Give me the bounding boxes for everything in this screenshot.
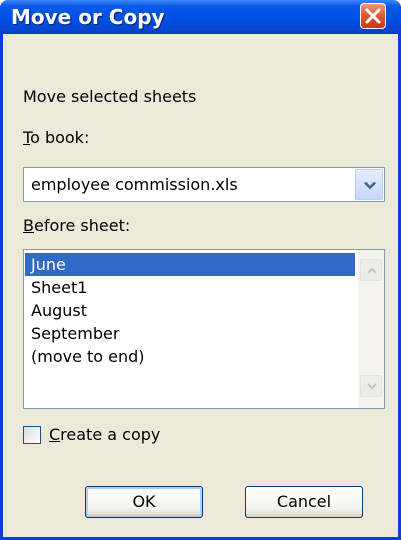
scroll-up-button[interactable]	[360, 259, 382, 281]
chevron-up-icon	[367, 267, 377, 274]
scroll-down-button[interactable]	[360, 375, 382, 397]
cancel-button[interactable]: Cancel	[245, 486, 363, 518]
close-icon	[365, 8, 381, 24]
sheet-item-sheet1[interactable]: Sheet1	[25, 276, 355, 299]
create-copy-checkbox[interactable]	[23, 426, 41, 444]
dropdown-button[interactable]	[355, 169, 383, 200]
list-scrollbar[interactable]	[358, 250, 384, 408]
move-or-copy-dialog: Move or Copy Move selected sheets To boo…	[0, 0, 401, 540]
to-book-value: employee commission.xls	[31, 175, 238, 194]
sheet-item-june[interactable]: June	[25, 253, 355, 276]
sheet-item-september[interactable]: September	[25, 322, 355, 345]
to-book-dropdown[interactable]: employee commission.xls	[23, 167, 385, 202]
chevron-down-icon	[364, 181, 376, 190]
move-selected-sheets-label: Move selected sheets	[23, 87, 197, 106]
ok-button[interactable]: OK	[85, 486, 203, 518]
create-copy-label[interactable]: Create a copy	[49, 425, 160, 444]
sheet-item-august[interactable]: August	[25, 299, 355, 322]
close-button[interactable]	[360, 3, 386, 29]
chevron-down-icon	[367, 383, 377, 390]
dialog-title: Move or Copy	[11, 5, 165, 29]
to-book-label: To book:	[23, 128, 90, 147]
before-sheet-label: Before sheet:	[23, 216, 131, 235]
sheet-item-move-to-end[interactable]: (move to end)	[25, 345, 355, 368]
title-bar[interactable]: Move or Copy	[0, 0, 401, 34]
before-sheet-list[interactable]: June Sheet1 August September (move to en…	[23, 249, 385, 409]
